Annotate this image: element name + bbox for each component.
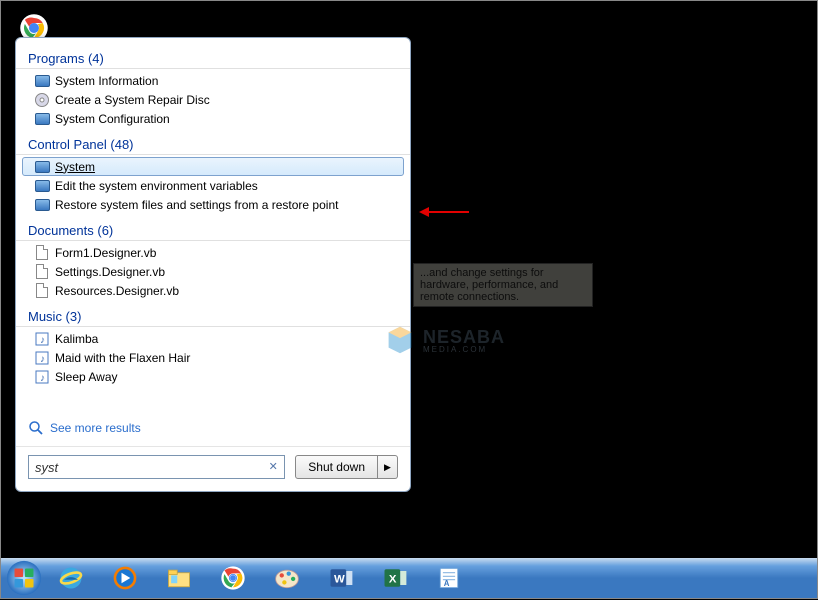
result-form1-designer[interactable]: Form1.Designer.vb [16, 243, 410, 262]
result-restore-point[interactable]: Restore system files and settings from a… [16, 195, 410, 214]
clear-search-icon[interactable]: ✕ [266, 460, 280, 474]
svg-text:X: X [389, 573, 397, 585]
document-icon [34, 245, 50, 261]
document-icon [34, 264, 50, 280]
section-header-control-panel: Control Panel (48) [16, 134, 410, 155]
taskbar-media-player[interactable] [99, 561, 151, 595]
result-label: Settings.Designer.vb [55, 265, 165, 279]
monitor-icon [34, 111, 50, 127]
result-label: System Information [55, 74, 158, 88]
result-label: System Configuration [55, 112, 170, 126]
search-box[interactable]: ✕ [28, 455, 285, 479]
svg-text:♪: ♪ [40, 373, 45, 384]
taskbar: W X A [1, 558, 817, 598]
result-label: Edit the system environment variables [55, 179, 258, 193]
system-tooltip: ...and change settings for hardware, per… [413, 263, 593, 307]
result-label: Resources.Designer.vb [55, 284, 179, 298]
watermark-logo-icon [381, 321, 419, 359]
see-more-label: See more results [50, 421, 141, 435]
result-label: Kalimba [55, 332, 98, 346]
taskbar-file-explorer[interactable] [153, 561, 205, 595]
result-label: Form1.Designer.vb [55, 246, 156, 260]
taskbar-word[interactable]: W [315, 561, 367, 595]
svg-text:W: W [334, 573, 345, 585]
result-resources-designer[interactable]: Resources.Designer.vb [16, 281, 410, 300]
result-label: Sleep Away [55, 370, 118, 384]
taskbar-ie[interactable] [45, 561, 97, 595]
monitor-icon [34, 178, 50, 194]
start-button[interactable] [5, 559, 43, 597]
result-label: Create a System Repair Disc [55, 93, 210, 107]
shutdown-button-group: Shut down ▶ [295, 455, 398, 479]
monitor-icon [34, 159, 50, 175]
result-sleep-away[interactable]: ♪ Sleep Away [16, 367, 410, 386]
section-header-programs: Programs (4) [16, 48, 410, 69]
result-system-information[interactable]: System Information [16, 71, 410, 90]
disc-icon [34, 92, 50, 108]
result-settings-designer[interactable]: Settings.Designer.vb [16, 262, 410, 281]
annotation-arrow-icon [419, 204, 469, 223]
svg-text:A: A [444, 579, 450, 588]
monitor-icon [34, 73, 50, 89]
result-system[interactable]: System [22, 157, 404, 176]
shutdown-button[interactable]: Shut down [295, 455, 378, 479]
taskbar-excel[interactable]: X [369, 561, 421, 595]
taskbar-chrome[interactable] [207, 561, 259, 595]
result-label: System [55, 160, 95, 174]
result-env-variables[interactable]: Edit the system environment variables [16, 176, 410, 195]
result-create-repair-disc[interactable]: Create a System Repair Disc [16, 90, 410, 109]
document-icon [34, 283, 50, 299]
svg-text:♪: ♪ [40, 335, 45, 346]
search-icon [28, 420, 44, 436]
result-label: Restore system files and settings from a… [55, 198, 338, 212]
taskbar-paint[interactable] [261, 561, 313, 595]
result-kalimba[interactable]: ♪ Kalimba [16, 329, 410, 348]
section-header-music: Music (3) [16, 306, 410, 327]
section-header-documents: Documents (6) [16, 220, 410, 241]
result-label: Maid with the Flaxen Hair [55, 351, 190, 365]
see-more-results[interactable]: See more results [16, 416, 410, 440]
result-maid-flaxen[interactable]: ♪ Maid with the Flaxen Hair [16, 348, 410, 367]
music-icon: ♪ [34, 369, 50, 385]
start-menu-bottom-bar: ✕ Shut down ▶ [16, 446, 410, 483]
svg-text:♪: ♪ [40, 354, 45, 365]
search-input[interactable] [35, 460, 266, 475]
taskbar-wordpad[interactable]: A [423, 561, 475, 595]
start-menu-search-results: Programs (4) System Information Create a… [15, 37, 411, 492]
music-icon: ♪ [34, 350, 50, 366]
monitor-icon [34, 197, 50, 213]
shutdown-options-arrow[interactable]: ▶ [378, 455, 398, 479]
music-icon: ♪ [34, 331, 50, 347]
result-system-configuration[interactable]: System Configuration [16, 109, 410, 128]
watermark: NESABA MEDIA.COM [381, 321, 505, 359]
